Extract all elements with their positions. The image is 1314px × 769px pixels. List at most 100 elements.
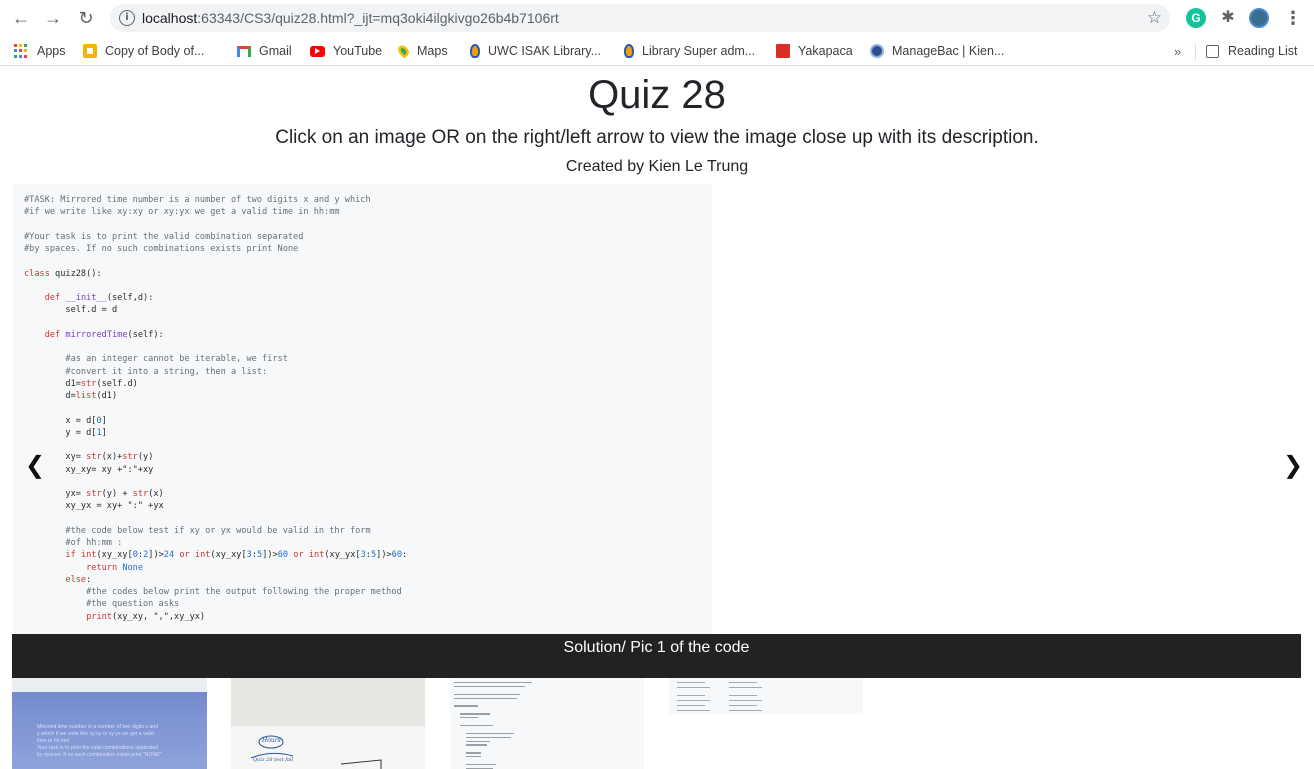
- code-line-mark: [454, 705, 478, 707]
- address-bar[interactable]: i localhost:63343/CS3/quiz28.html?_ijt=m…: [110, 4, 1170, 32]
- bookmark-gmail[interactable]: Gmail: [237, 41, 292, 61]
- code-line-mark: [454, 697, 517, 699]
- output-line-mark: [677, 687, 710, 689]
- reading-list-button[interactable]: Reading List: [1206, 41, 1298, 61]
- browser-menu-icon[interactable]: ⋮: [1284, 7, 1302, 29]
- thumbnail-code-output[interactable]: [669, 678, 863, 714]
- whiteboard-line: by spaces. If no such combination exists…: [37, 752, 162, 758]
- bookmark-library-super-admin[interactable]: Library Super adm...: [624, 41, 755, 61]
- code-line: y = d[1]: [24, 427, 107, 438]
- code-line: else:: [65, 574, 92, 585]
- handwriting-sketch: [250, 735, 382, 769]
- code-line-mark: [466, 763, 496, 766]
- reload-icon[interactable]: ↻: [75, 7, 97, 29]
- bookmark-maps[interactable]: Maps: [395, 41, 448, 61]
- code-line: #TASK: Mirrored time number is a number …: [24, 195, 371, 205]
- bookmark-label: Maps: [417, 44, 448, 58]
- bookmark-uwc-isak-library[interactable]: UWC ISAK Library...: [470, 41, 601, 61]
- handwritten-note: Quiz 28 test fail: [253, 757, 294, 763]
- forward-arrow-icon[interactable]: →: [42, 7, 64, 29]
- bookmark-apps[interactable]: Apps: [14, 41, 66, 61]
- bookmark-label: ManageBac | Kien...: [892, 44, 1005, 58]
- code-line-mark: [466, 744, 487, 746]
- whiteboard-line: Mirrored time number is a number of two …: [37, 724, 159, 730]
- bookmarks-bar: Apps Copy of Body of... Gmail YouTube Ma…: [0, 36, 1314, 66]
- code-line-mark: [454, 685, 525, 688]
- site-info-icon[interactable]: i: [119, 10, 135, 26]
- code-line: return None: [86, 562, 144, 573]
- back-arrow-icon[interactable]: ←: [10, 7, 32, 29]
- slides-icon: [83, 44, 97, 58]
- code-line-mark: [460, 713, 490, 715]
- extensions-puzzle-icon[interactable]: ✱: [1218, 8, 1238, 28]
- next-arrow-button[interactable]: ❯: [1283, 451, 1303, 481]
- more-bookmarks-button[interactable]: »: [1174, 44, 1181, 59]
- grammarly-extension-icon[interactable]: G: [1186, 8, 1206, 28]
- library-icon: [470, 44, 480, 58]
- code-line-mark: [466, 756, 481, 758]
- code-line-mark: [466, 752, 481, 754]
- code-line: #by spaces. If no such combinations exis…: [24, 244, 299, 254]
- page-content: Quiz 28 Click on an image OR on the righ…: [0, 67, 1314, 769]
- whiteboard-line: Your task is to print the valid combinat…: [37, 745, 159, 751]
- code-line: #of hh:mm :: [24, 538, 123, 548]
- code-line: d=list(d1): [24, 391, 118, 401]
- output-line-mark: [677, 700, 710, 702]
- prev-arrow-button[interactable]: ❮: [25, 451, 45, 481]
- code-line: #if we write like xy:xy or xy:yx we get …: [24, 207, 340, 218]
- url-path: :63343/CS3/quiz28.html?_ijt=mq3oki4ilgki…: [197, 10, 559, 26]
- bookmark-label: Apps: [37, 44, 66, 58]
- code-screenshot: #TASK: Mirrored time number is a number …: [24, 194, 407, 623]
- output-line-mark: [729, 700, 762, 702]
- output-line-mark: [729, 705, 757, 707]
- bookmark-yakapaca[interactable]: Yakapaca: [776, 41, 853, 61]
- code-line-mark: [454, 693, 520, 696]
- bookmark-body-of-knowledge[interactable]: Copy of Body of...: [83, 41, 204, 61]
- code-line: if int(xy_xy[0:2])>24 or int(xy_xy[3:5])…: [65, 550, 408, 561]
- code-line: self.d = d: [24, 305, 118, 316]
- bookmark-label: Copy of Body of...: [105, 44, 205, 58]
- code-line-mark: [460, 724, 493, 727]
- output-line-mark: [729, 687, 762, 689]
- whiteboard-line: y which if we write like xy:xy or xy:yx …: [37, 731, 154, 737]
- code-line-mark: [466, 736, 511, 738]
- bookmark-youtube[interactable]: YouTube: [310, 41, 382, 61]
- code-line: #the question asks: [24, 599, 180, 610]
- code-line: #the code below test if xy or yx would b…: [24, 525, 371, 536]
- bookmark-managebac[interactable]: ManageBac | Kien...: [870, 41, 1004, 61]
- profile-avatar[interactable]: [1249, 8, 1269, 28]
- code-line: d1=str(self.d): [24, 378, 138, 389]
- author-credit: Created by Kien Le Trung: [565, 158, 749, 175]
- bookmark-star-icon[interactable]: ☆: [1147, 8, 1162, 28]
- output-line-mark: [677, 710, 710, 712]
- output-line-mark: [677, 695, 705, 697]
- code-line: x = d[0]: [24, 415, 107, 426]
- code-line: yx= str(y) + str(x): [24, 489, 164, 499]
- thumbnail-whiteboard-task[interactable]: Mirrored time number is a number of two …: [12, 678, 207, 769]
- bookmarks-divider: [1195, 44, 1196, 60]
- youtube-icon: [310, 45, 325, 57]
- code-line: print(xy_xy, ",",xy_yx): [86, 611, 206, 622]
- code-line-mark: [466, 740, 490, 742]
- code-line: xy= str(x)+str(y): [24, 452, 154, 463]
- address-bar-url[interactable]: localhost:63343/CS3/quiz28.html?_ijt=mq3…: [142, 10, 559, 26]
- browser-toolbar: ← → ↻ i localhost:63343/CS3/quiz28.html?…: [0, 0, 1314, 36]
- thumbnail-code-solution[interactable]: [450, 678, 644, 769]
- maps-pin-icon: [395, 43, 412, 59]
- code-line: xy_xy= xy +":"+xy: [24, 464, 154, 475]
- slideshow-image[interactable]: #TASK: Mirrored time number is a number …: [13, 184, 712, 634]
- output-line-mark: [677, 705, 705, 707]
- thumbnail-handwritten-notes[interactable]: Hours Quiz 28 test fail: [231, 678, 425, 769]
- code-line: def mirroredTime(self):: [44, 329, 164, 340]
- page-subtitle: Click on an image OR on the right/left a…: [275, 127, 1039, 148]
- thumbnail-row: Mirrored time number is a number of two …: [0, 678, 1314, 769]
- reading-list-label: Reading List: [1228, 44, 1298, 58]
- code-line-mark: [454, 682, 532, 684]
- code-line: #Your task is to print the valid combina…: [24, 231, 304, 242]
- slide-caption: Solution/ Pic 1 of the code: [563, 639, 750, 656]
- yakapaca-icon: [776, 44, 790, 58]
